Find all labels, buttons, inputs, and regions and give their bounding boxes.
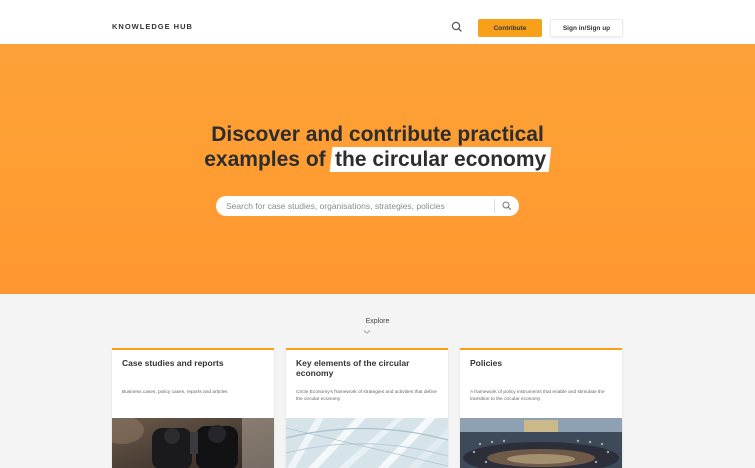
card-key-elements[interactable]: Key elements of the circular economy Cir…: [286, 348, 448, 468]
contribute-button[interactable]: Contribute: [478, 19, 542, 37]
chevron-down-icon[interactable]: [362, 329, 372, 335]
hero-title-line1: Discover and contribute practical: [211, 123, 544, 146]
search-icon: [451, 21, 462, 32]
header-search-button[interactable]: [448, 18, 466, 36]
card-case-studies[interactable]: Case studies and reports Business cases,…: [112, 348, 274, 468]
card-description: Circle Economy's framework of strategies…: [296, 390, 437, 402]
hero-search-input[interactable]: [226, 199, 488, 213]
card-title: Key elements of the circular economy: [296, 358, 410, 378]
hero-search-bar: [216, 196, 519, 216]
card-policies[interactable]: Policies A framework of policy instrumen…: [460, 348, 622, 468]
card-image-assembly-hall: [460, 418, 622, 468]
hero-title-highlight: the circular economy: [330, 147, 553, 172]
card-title: Policies: [470, 358, 503, 368]
explore-label: Explore: [365, 318, 390, 325]
card-title: Case studies and reports: [122, 358, 224, 368]
hero-title-highlight-text: the circular economy: [335, 148, 547, 171]
search-divider: [494, 199, 495, 213]
top-navbar: KNOWLEDGE HUB Contribute Sign in/Sign up: [0, 0, 755, 44]
hero-banner: Discover and contribute practical exampl…: [0, 44, 755, 294]
hero-search-submit-button[interactable]: [500, 199, 514, 213]
card-description: Business cases, policy cases, reports an…: [122, 390, 228, 395]
card-image-binoculars: [112, 418, 274, 468]
card-description: A framework of policy instruments that e…: [470, 390, 605, 402]
card-image-architecture: [286, 418, 448, 468]
sign-in-button[interactable]: Sign in/Sign up: [550, 19, 623, 37]
site-logo[interactable]: KNOWLEDGE HUB: [112, 22, 193, 31]
hero-title: Discover and contribute practical exampl…: [0, 122, 755, 172]
hero-title-line2: examples of the circular economy: [0, 147, 755, 172]
search-icon: [502, 201, 511, 210]
hero-title-prefix: examples of: [204, 148, 326, 171]
